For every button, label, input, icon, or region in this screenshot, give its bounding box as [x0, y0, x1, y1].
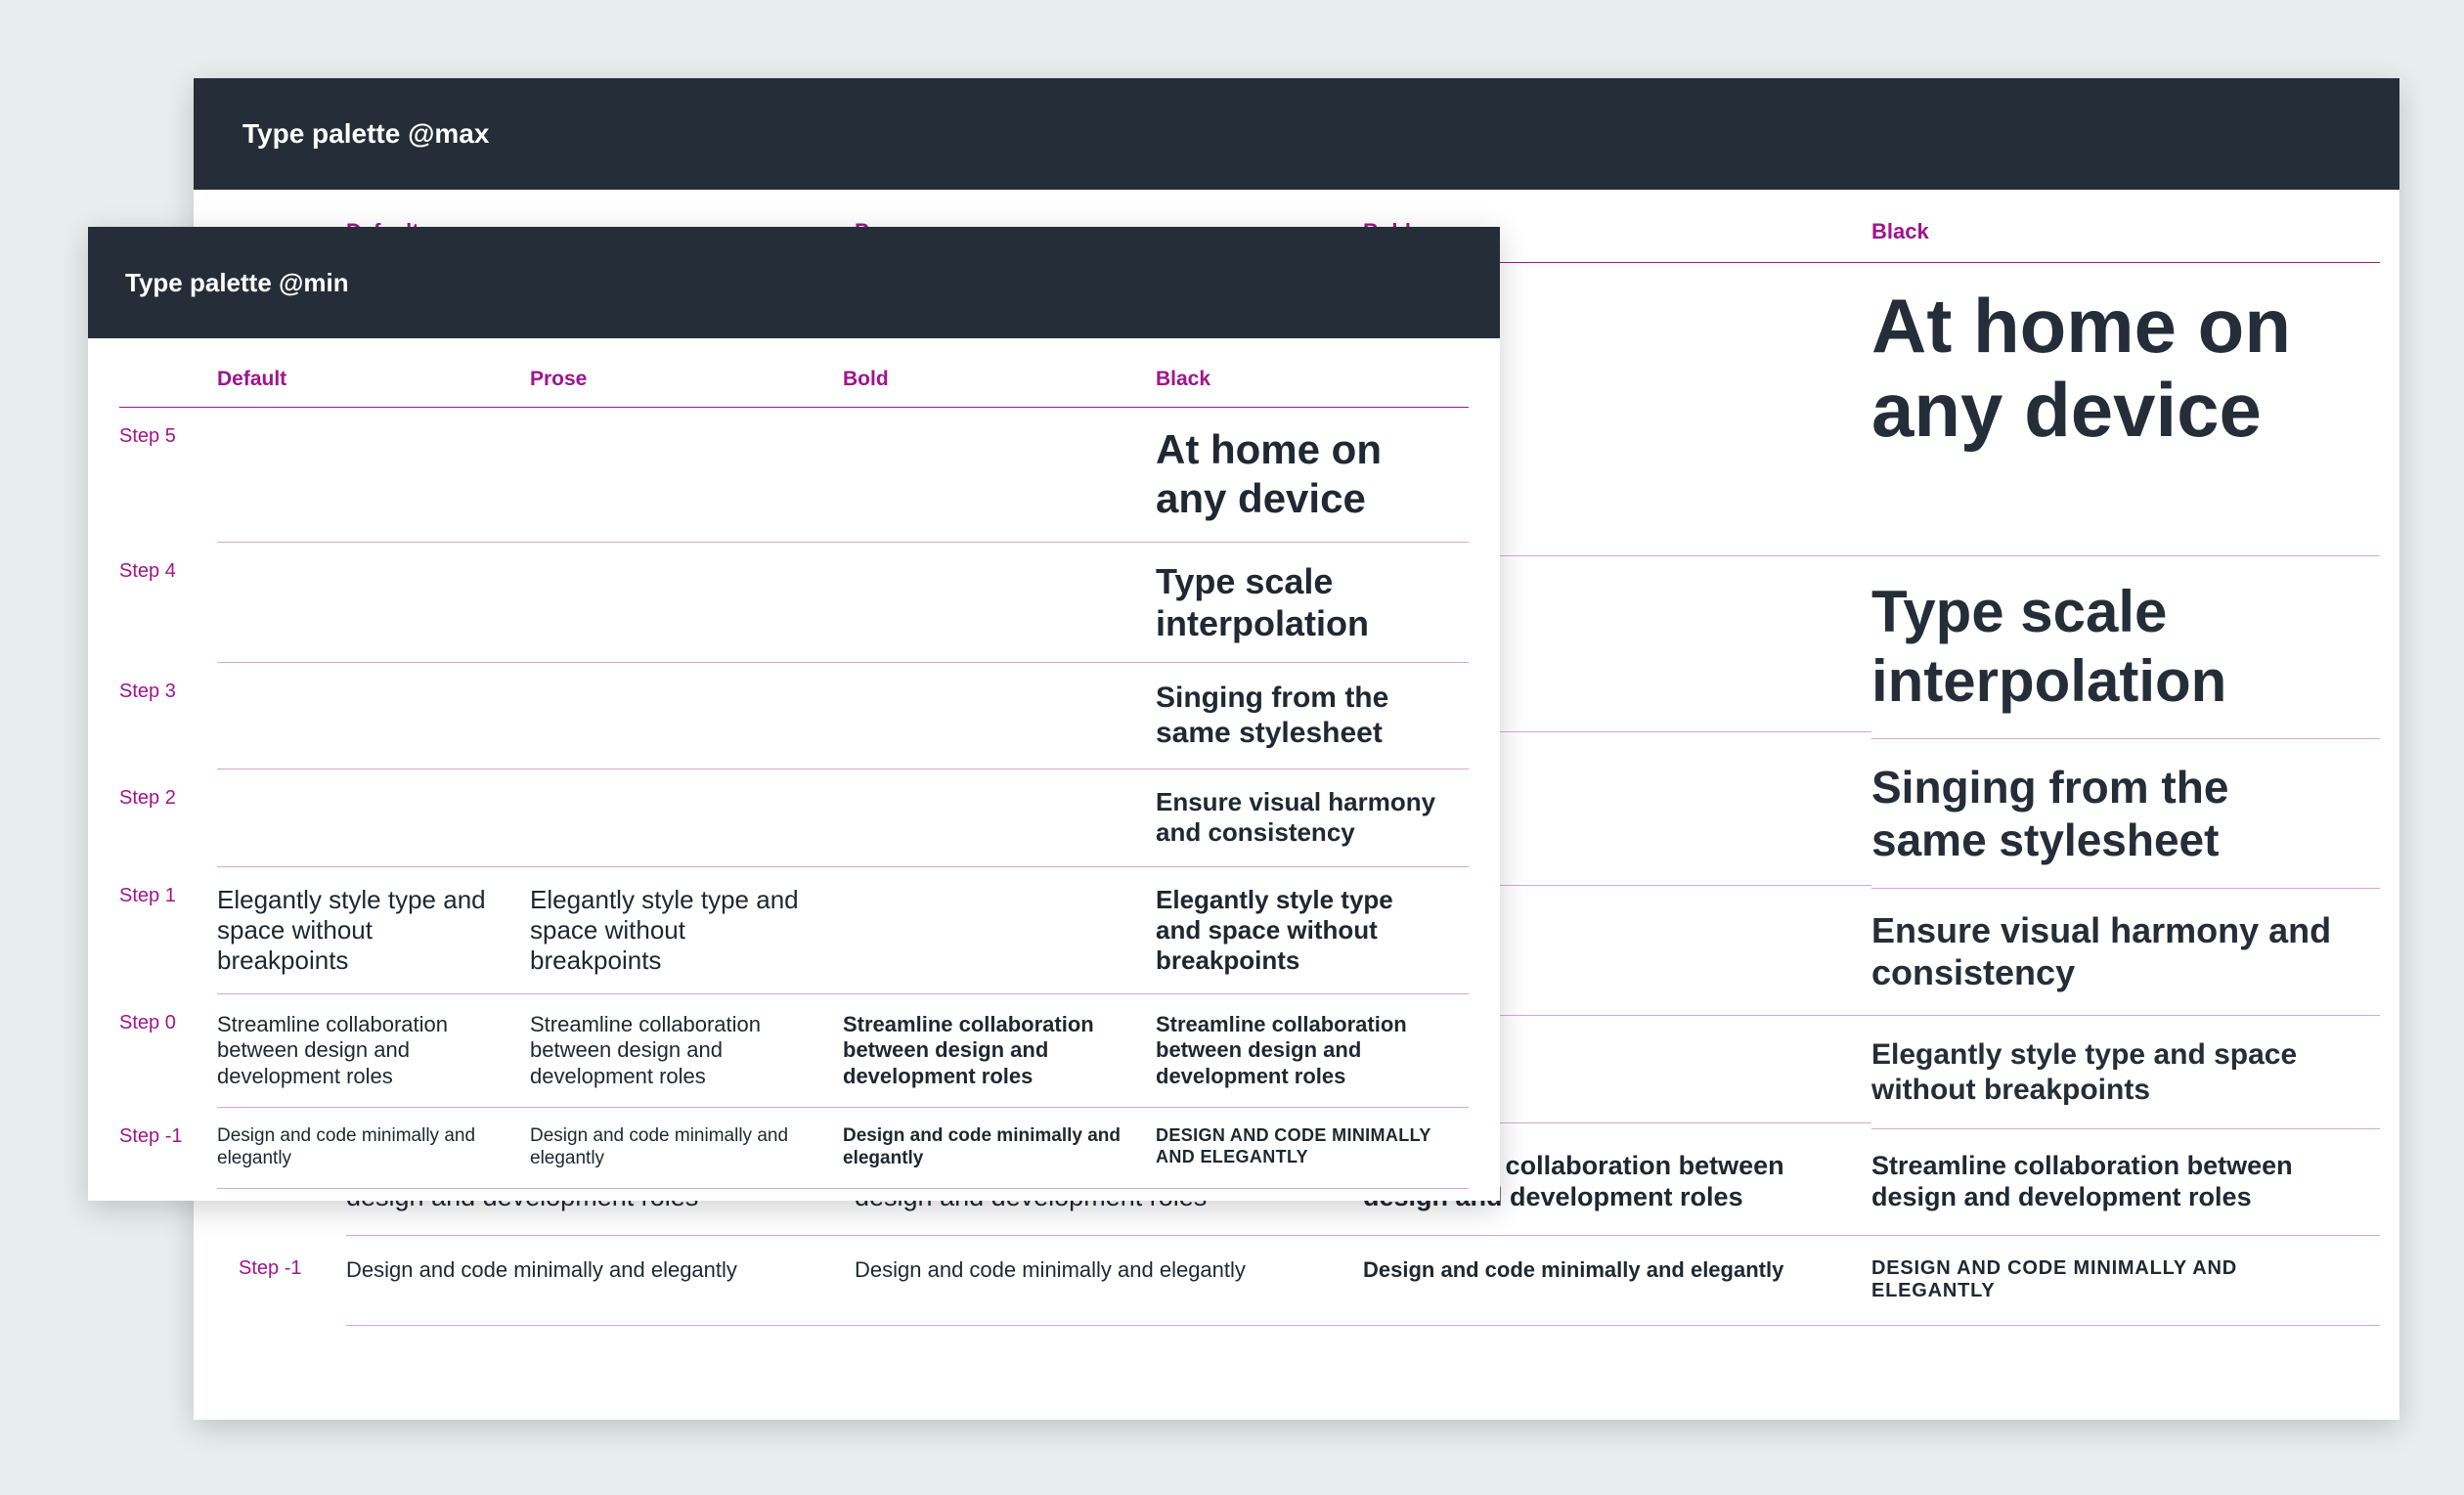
min-col-head-bold: Bold [843, 338, 1156, 408]
min-black-5: At home on any device [1156, 408, 1469, 543]
max-default-n1: Design and code minimally and elegantly [346, 1236, 855, 1326]
min-default-1: Elegantly style type and space without b… [217, 867, 530, 995]
max-prose-n1: Design and code minimally and elegantly [855, 1236, 1363, 1326]
min-prose-1: Elegantly style type and space without b… [530, 867, 843, 995]
min-col-head-black: Black [1156, 338, 1469, 408]
min-step-n1: Step -1 [119, 1108, 217, 1189]
max-bold-n1: Design and code minimally and elegantly [1363, 1236, 1871, 1326]
min-col-head-prose: Prose [530, 338, 843, 408]
min-cell [530, 769, 843, 866]
min-prose-n1: Design and code minimally and elegantly [530, 1108, 843, 1189]
max-black-1: Elegantly style type and space without b… [1871, 1016, 2380, 1129]
min-step-5: Step 5 [119, 408, 217, 543]
card-title-min: Type palette @min [88, 227, 1500, 338]
min-col-head-default: Default [217, 338, 530, 408]
max-black-5: At home on any device [1871, 263, 2380, 556]
card-title-max: Type palette @max [194, 78, 2399, 190]
min-col-head-blank [119, 338, 217, 408]
min-cell [217, 769, 530, 866]
min-step-0: Step 0 [119, 994, 217, 1108]
max-step-n1: Step -1 [239, 1236, 346, 1326]
max-black-4: Type scale interpolation [1871, 556, 2380, 739]
min-cell [843, 769, 1156, 866]
min-cell [530, 663, 843, 769]
min-black-3: Singing from the same stylesheet [1156, 663, 1469, 769]
min-cell [217, 408, 530, 543]
min-default-n1: Design and code minimally and elegantly [217, 1108, 530, 1189]
min-step-2: Step 2 [119, 769, 217, 866]
min-cell [530, 408, 843, 543]
min-cell [217, 663, 530, 769]
min-black-1: Elegantly style type and space without b… [1156, 867, 1469, 995]
min-step-3: Step 3 [119, 663, 217, 769]
max-black-0: Streamline collaboration between design … [1871, 1129, 2380, 1236]
min-step-4: Step 4 [119, 543, 217, 663]
min-cell [843, 408, 1156, 543]
min-bold-n1: Design and code minimally and elegantly [843, 1108, 1156, 1189]
min-cell [843, 663, 1156, 769]
min-bold-1 [843, 867, 1156, 995]
min-step-1: Step 1 [119, 867, 217, 995]
min-cell [843, 543, 1156, 663]
min-cell [530, 543, 843, 663]
max-col-head-black: Black [1871, 190, 2380, 263]
type-palette-min-card: Type palette @min Default Prose Bold Bla… [88, 227, 1500, 1201]
max-black-3: Singing from the same stylesheet [1871, 739, 2380, 890]
min-prose-0: Streamline collaboration between design … [530, 994, 843, 1108]
min-body: Default Prose Bold Black Step 5 At home … [88, 338, 1500, 1218]
max-black-2: Ensure visual harmony and consistency [1871, 889, 2380, 1016]
min-cell [217, 543, 530, 663]
max-black-n1: DESIGN AND CODE MINIMALLY AND ELEGANTLY [1871, 1236, 2380, 1326]
min-default-0: Streamline collaboration between design … [217, 994, 530, 1108]
min-black-n1: DESIGN AND CODE MINIMALLY AND ELEGANTLY [1156, 1108, 1469, 1189]
min-bold-0: Streamline collaboration between design … [843, 994, 1156, 1108]
min-black-4: Type scale interpolation [1156, 543, 1469, 663]
min-black-0: Streamline collaboration between design … [1156, 994, 1469, 1108]
min-black-2: Ensure visual harmony and consistency [1156, 769, 1469, 866]
